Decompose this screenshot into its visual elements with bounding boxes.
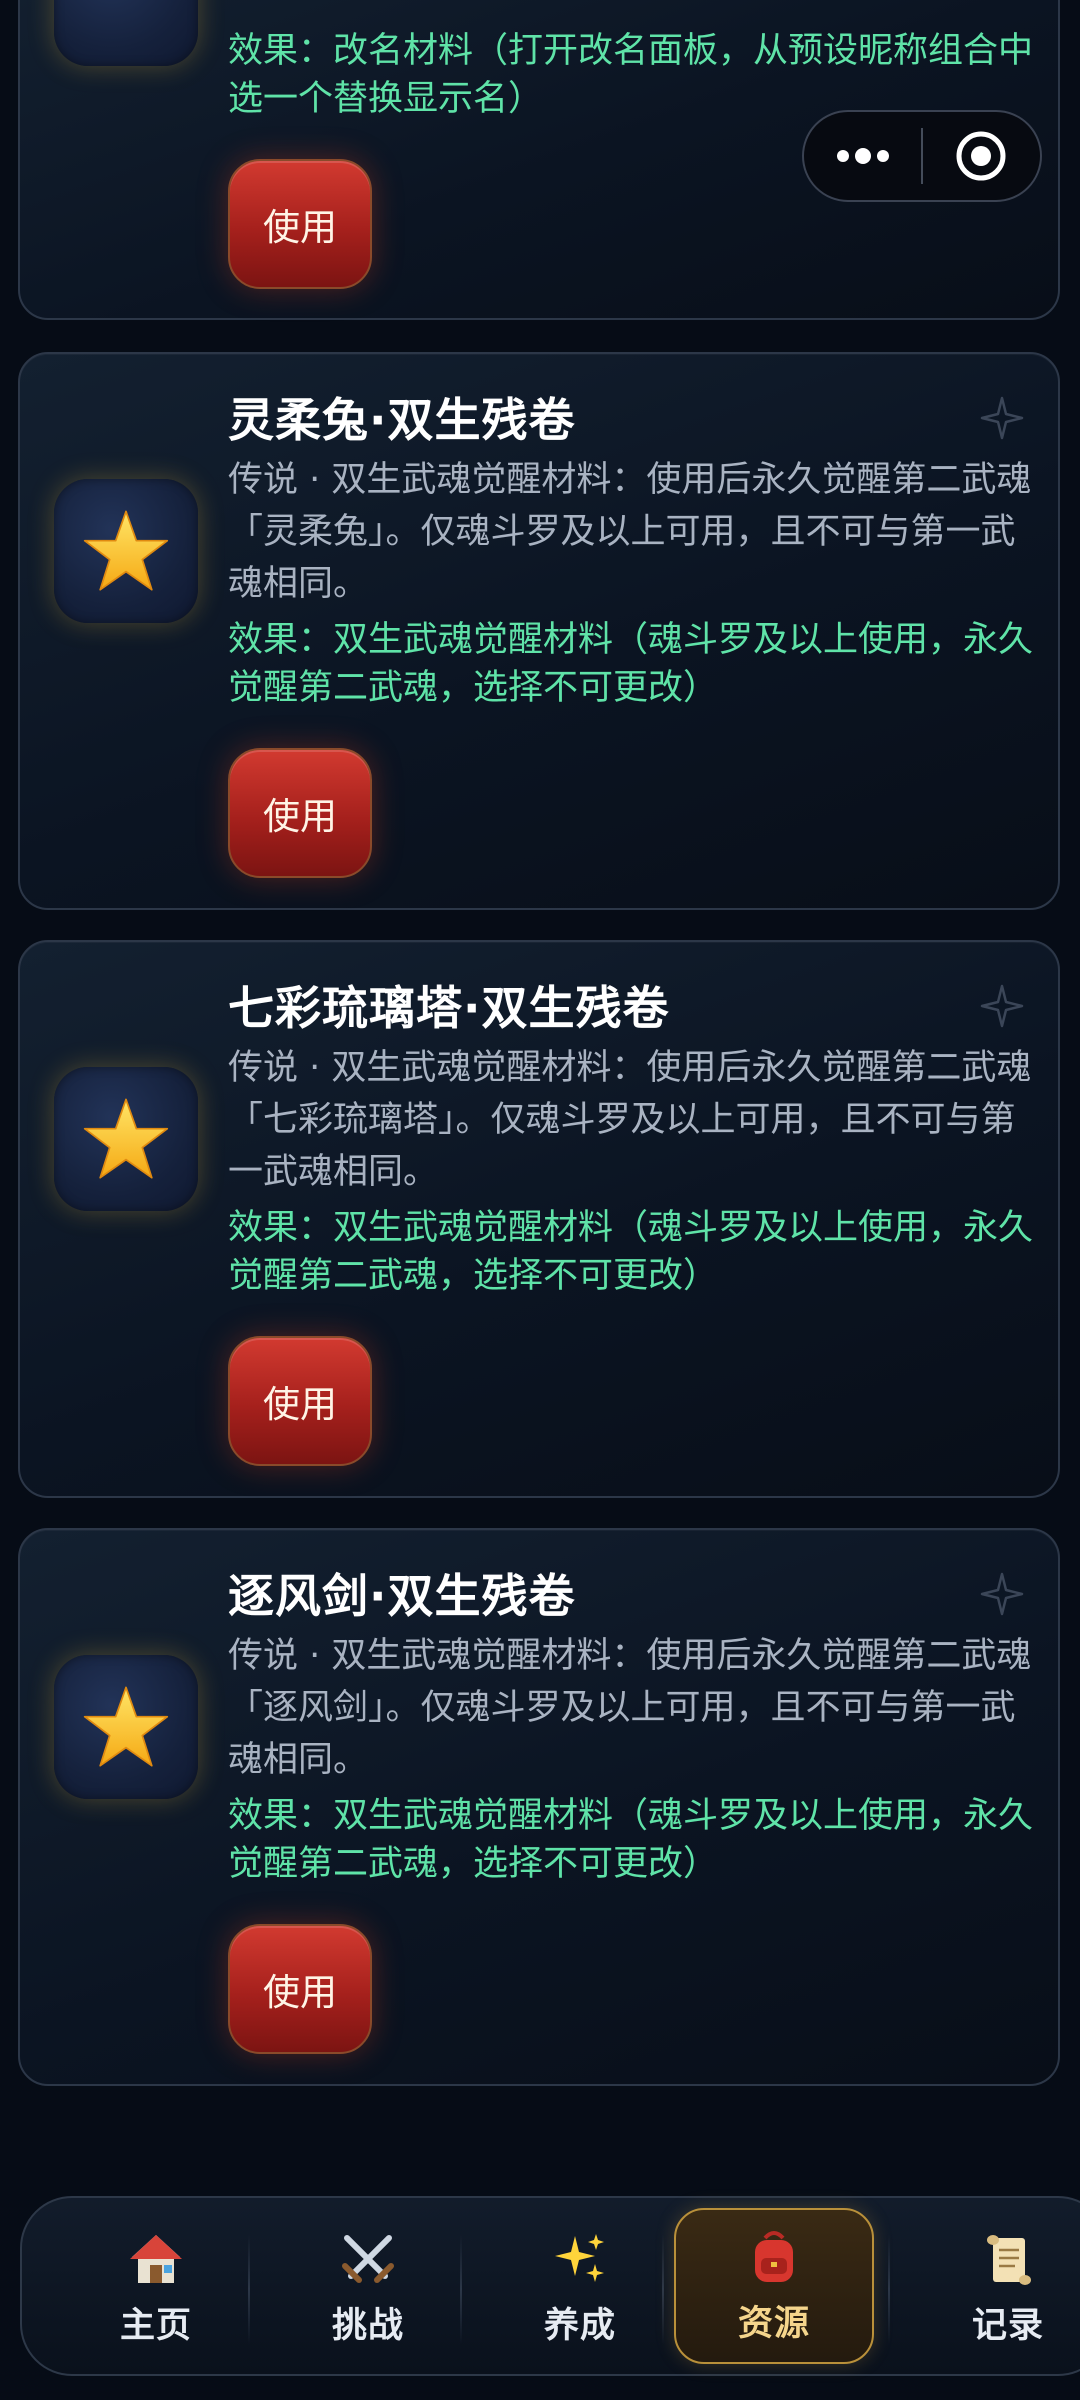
- sparkles-icon: [550, 2229, 610, 2289]
- tab-label: 挑战: [331, 2305, 404, 2346]
- item-card: 灵柔兔·双生残卷 传说 · 双生武魂觉醒材料：使用后永久觉醒第二武魂「灵柔兔」。…: [18, 352, 1060, 910]
- tab-label: 记录: [971, 2305, 1044, 2346]
- item-title: 灵柔兔·双生残卷: [228, 393, 576, 447]
- item-description: 传说 · 双生武魂觉醒材料：使用后永久觉醒第二武魂「七彩琉璃塔」。仅魂斗罗及以上…: [228, 1048, 1032, 1192]
- bottom-tab-bar: 主页 挑战 养成 资源 记录: [20, 2196, 1080, 2376]
- sparkle-star-icon[interactable]: [978, 1570, 1026, 1618]
- item-icon: [54, 0, 198, 66]
- tab-label: 养成: [543, 2305, 616, 2346]
- target-icon: [956, 131, 1006, 181]
- house-icon: [126, 2229, 186, 2289]
- tab-separator: [248, 2234, 250, 2344]
- star-icon: [54, 1655, 198, 1799]
- item-description: 传说 · 双生武魂觉醒材料：使用后永久觉醒第二武魂「逐风剑」。仅魂斗罗及以上可用…: [228, 1636, 1032, 1780]
- star-icon: [54, 1067, 198, 1211]
- miniprogram-capsule: [802, 110, 1042, 202]
- tab-separator: [662, 2234, 664, 2344]
- star-icon: [54, 479, 198, 623]
- sparkle-star-icon[interactable]: [978, 394, 1026, 442]
- tab-home[interactable]: 主页: [56, 2208, 256, 2368]
- item-effect: 效果：双生武魂觉醒材料（魂斗罗及以上使用，永久觉醒第二武魂，选择不可更改）: [228, 1796, 1034, 1884]
- item-card: 七彩琉璃塔·双生残卷 传说 · 双生武魂觉醒材料：使用后永久觉醒第二武魂「七彩琉…: [18, 940, 1060, 1498]
- backpack-icon: [744, 2227, 804, 2287]
- item-effect: 效果：双生武魂觉醒材料（魂斗罗及以上使用，永久觉醒第二武魂，选择不可更改）: [228, 1208, 1034, 1296]
- item-effect: 效果：改名材料（打开改名面板，从预设昵称组合中选一个替换显示名）: [228, 31, 1034, 119]
- use-button[interactable]: 使用: [228, 1924, 372, 2054]
- item-effect: 效果：双生武魂觉醒材料（魂斗罗及以上使用，永久觉醒第二武魂，选择不可更改）: [228, 620, 1034, 708]
- sparkle-star-icon[interactable]: [978, 982, 1026, 1030]
- tab-separator: [460, 2234, 462, 2344]
- tab-challenge[interactable]: 挑战: [268, 2208, 468, 2368]
- tab-resources[interactable]: 资源: [674, 2208, 874, 2364]
- use-button[interactable]: 使用: [228, 1336, 372, 1466]
- close-miniprogram-button[interactable]: [923, 110, 1040, 202]
- item-title: 逐风剑·双生残卷: [228, 1569, 576, 1623]
- use-button[interactable]: 使用: [228, 748, 372, 878]
- use-button[interactable]: 使用: [228, 159, 372, 289]
- tab-label: 主页: [119, 2305, 192, 2346]
- item-title: 七彩琉璃塔·双生残卷: [228, 981, 670, 1035]
- item-description: 传说 · 双生武魂觉醒材料：使用后永久觉醒第二武魂「灵柔兔」。仅魂斗罗及以上可用…: [228, 460, 1032, 604]
- tab-cultivate[interactable]: 养成: [480, 2208, 680, 2368]
- crossed-swords-icon: [338, 2229, 398, 2289]
- ellipsis-icon: [836, 148, 889, 164]
- more-menu-button[interactable]: [804, 110, 921, 202]
- tab-records[interactable]: 记录: [908, 2208, 1080, 2368]
- item-card: 逐风剑·双生残卷 传说 · 双生武魂觉醒材料：使用后永久觉醒第二武魂「逐风剑」。…: [18, 1528, 1060, 2086]
- tab-label: 资源: [737, 2303, 810, 2344]
- scroll-icon: [978, 2229, 1038, 2289]
- tab-separator: [888, 2234, 890, 2344]
